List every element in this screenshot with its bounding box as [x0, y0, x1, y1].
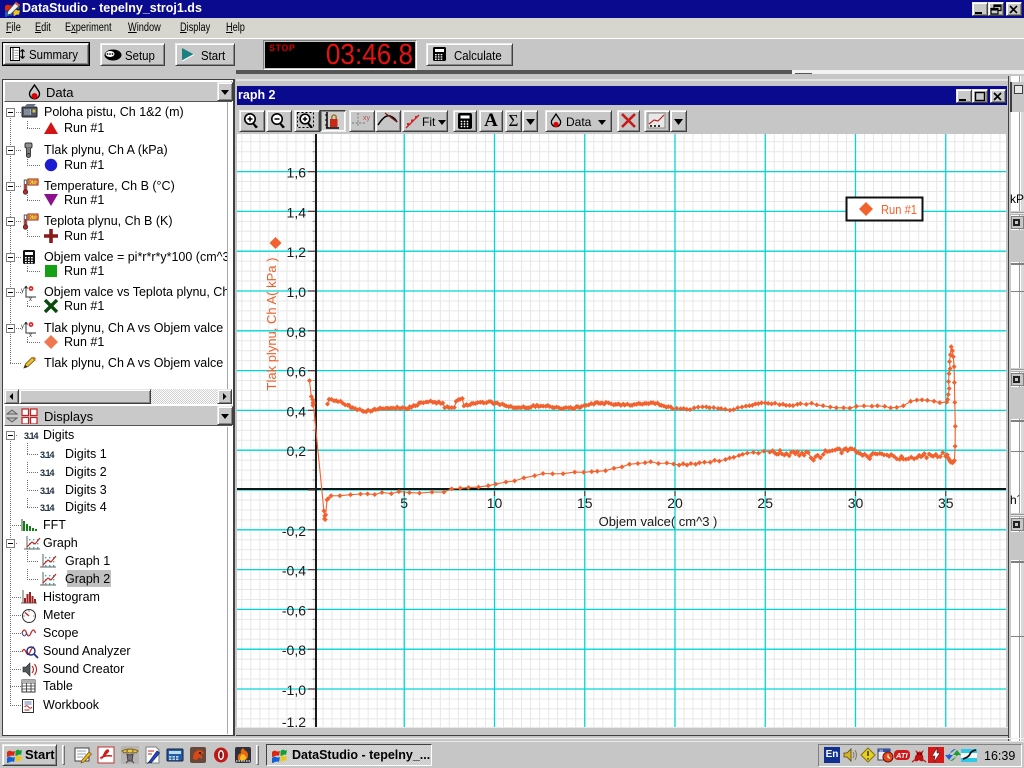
svg-text:30: 30: [848, 495, 864, 511]
svg-text:0,8: 0,8: [287, 324, 307, 340]
svg-text:15: 15: [577, 495, 593, 511]
svg-text:3.14: 3.14: [24, 431, 39, 441]
svg-text:-0,8: -0,8: [282, 642, 306, 658]
svg-text:x: x: [29, 297, 32, 301]
svg-text:38: 38: [879, 749, 883, 753]
svg-text:-1,0: -1,0: [282, 682, 306, 698]
svg-text:x: x: [29, 333, 32, 337]
svg-text:3.14: 3.14: [40, 450, 55, 460]
svg-text:ATI: ATI: [895, 751, 908, 760]
svg-text:-0,6: -0,6: [282, 602, 306, 618]
svg-text:y: y: [21, 288, 24, 294]
svg-text:1,4: 1,4: [287, 204, 307, 220]
svg-text:0,2: 0,2: [287, 443, 307, 459]
svg-text:3.14: 3.14: [40, 468, 55, 478]
svg-text:1,0: 1,0: [287, 284, 307, 300]
svg-text:3.14: 3.14: [40, 503, 55, 513]
svg-text:20: 20: [667, 495, 683, 511]
svg-text:xy: xy: [363, 115, 371, 122]
svg-text:0,4: 0,4: [287, 403, 307, 419]
svg-text:10: 10: [487, 495, 503, 511]
svg-text:-0,2: -0,2: [282, 523, 306, 539]
svg-text:1,6: 1,6: [287, 165, 307, 181]
svg-text:5: 5: [400, 495, 408, 511]
svg-text:0,6: 0,6: [287, 364, 307, 380]
svg-text:y: y: [21, 324, 24, 330]
svg-text:KTD: KTD: [29, 180, 39, 186]
svg-text:KTD: KTD: [29, 215, 39, 221]
svg-text:Objem valce( cm^3 ): Objem valce( cm^3 ): [599, 514, 718, 529]
svg-text:35: 35: [938, 495, 954, 511]
svg-text:Run #1: Run #1: [881, 202, 917, 217]
svg-text:-1,2: -1,2: [282, 714, 306, 727]
svg-text:Tlak plynu, Ch A( kPa ): Tlak plynu, Ch A( kPa ): [264, 258, 279, 391]
svg-text:-0,4: -0,4: [282, 563, 306, 579]
svg-text:1,2: 1,2: [287, 244, 307, 260]
svg-text:3.14: 3.14: [40, 486, 55, 496]
svg-text:25: 25: [757, 495, 773, 511]
